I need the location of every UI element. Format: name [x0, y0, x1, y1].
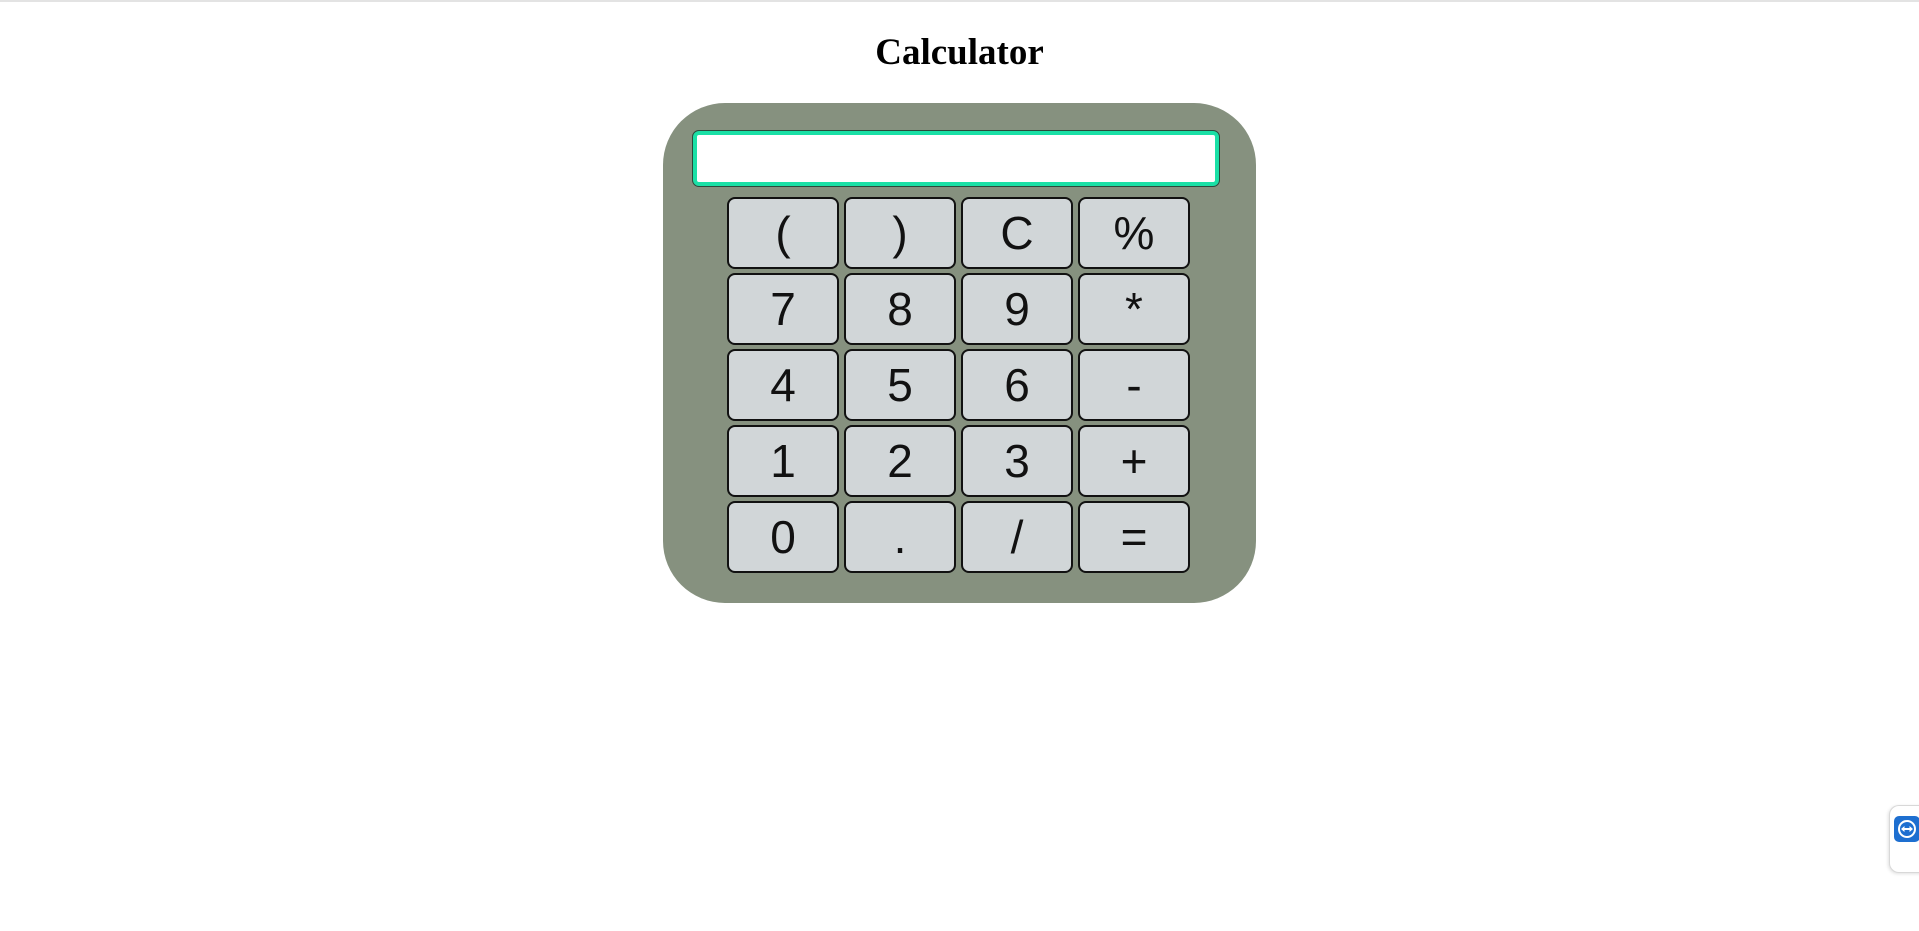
- calculator: ( ) C % 7 8 9 * 4 5 6 - 1 2 3 + 0 . / =: [663, 103, 1256, 603]
- calculator-keypad: ( ) C % 7 8 9 * 4 5 6 - 1 2 3 + 0 . / =: [727, 197, 1201, 575]
- digit-3-button[interactable]: 3: [961, 425, 1073, 497]
- subtract-button[interactable]: -: [1078, 349, 1190, 421]
- page-title: Calculator: [875, 32, 1044, 73]
- digit-5-button[interactable]: 5: [844, 349, 956, 421]
- digit-6-button[interactable]: 6: [961, 349, 1073, 421]
- calculator-display[interactable]: [692, 130, 1220, 187]
- top-divider: [0, 0, 1919, 2]
- digit-2-button[interactable]: 2: [844, 425, 956, 497]
- clear-button[interactable]: C: [961, 197, 1073, 269]
- close-paren-button[interactable]: ): [844, 197, 956, 269]
- add-button[interactable]: +: [1078, 425, 1190, 497]
- multiply-button[interactable]: *: [1078, 273, 1190, 345]
- digit-9-button[interactable]: 9: [961, 273, 1073, 345]
- open-paren-button[interactable]: (: [727, 197, 839, 269]
- divide-button[interactable]: /: [961, 501, 1073, 573]
- equals-button[interactable]: =: [1078, 501, 1190, 573]
- remote-support-widget[interactable]: [1889, 805, 1919, 873]
- remote-support-icon[interactable]: [1894, 816, 1919, 842]
- digit-4-button[interactable]: 4: [727, 349, 839, 421]
- decimal-button[interactable]: .: [844, 501, 956, 573]
- digit-7-button[interactable]: 7: [727, 273, 839, 345]
- digit-0-button[interactable]: 0: [727, 501, 839, 573]
- digit-1-button[interactable]: 1: [727, 425, 839, 497]
- percent-button[interactable]: %: [1078, 197, 1190, 269]
- digit-8-button[interactable]: 8: [844, 273, 956, 345]
